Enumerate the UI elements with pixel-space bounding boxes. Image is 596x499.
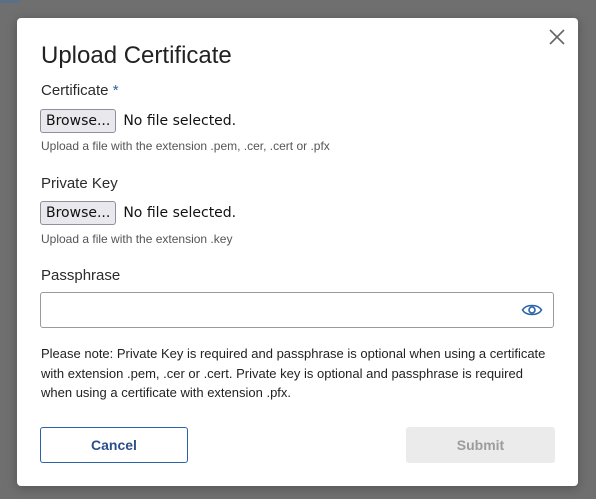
certificate-label-text: Certificate [41, 82, 109, 99]
usage-note: Please note: Private Key is required and… [41, 346, 546, 400]
private-key-file-status: No file selected. [123, 205, 237, 221]
submit-button[interactable]: Submit [406, 427, 555, 463]
passphrase-input[interactable] [40, 292, 554, 328]
background-link-underline [0, 0, 20, 3]
dialog-title: Upload Certificate [41, 42, 232, 69]
certificate-browse-button[interactable]: Browse... [40, 109, 117, 133]
certificate-hint: Upload a file with the extension .pem, .… [41, 139, 330, 153]
private-key-hint: Upload a file with the extension .key [41, 232, 233, 246]
close-icon [549, 29, 565, 45]
close-button[interactable] [546, 26, 568, 48]
private-key-file-input: Browse... No file selected. [40, 201, 236, 225]
required-mark: * [112, 82, 119, 99]
passphrase-label: Passphrase [41, 267, 121, 284]
certificate-label: Certificate * [41, 82, 119, 99]
eye-icon[interactable] [521, 301, 543, 319]
upload-certificate-dialog: Upload Certificate Certificate * Browse.… [17, 18, 578, 486]
private-key-label: Private Key [41, 175, 118, 192]
certificate-file-status: No file selected. [123, 113, 237, 129]
private-key-browse-button[interactable]: Browse... [40, 201, 117, 225]
certificate-file-input: Browse... No file selected. [40, 109, 236, 133]
cancel-button[interactable]: Cancel [40, 427, 188, 463]
modal-overlay: Upload Certificate Certificate * Browse.… [0, 0, 596, 499]
